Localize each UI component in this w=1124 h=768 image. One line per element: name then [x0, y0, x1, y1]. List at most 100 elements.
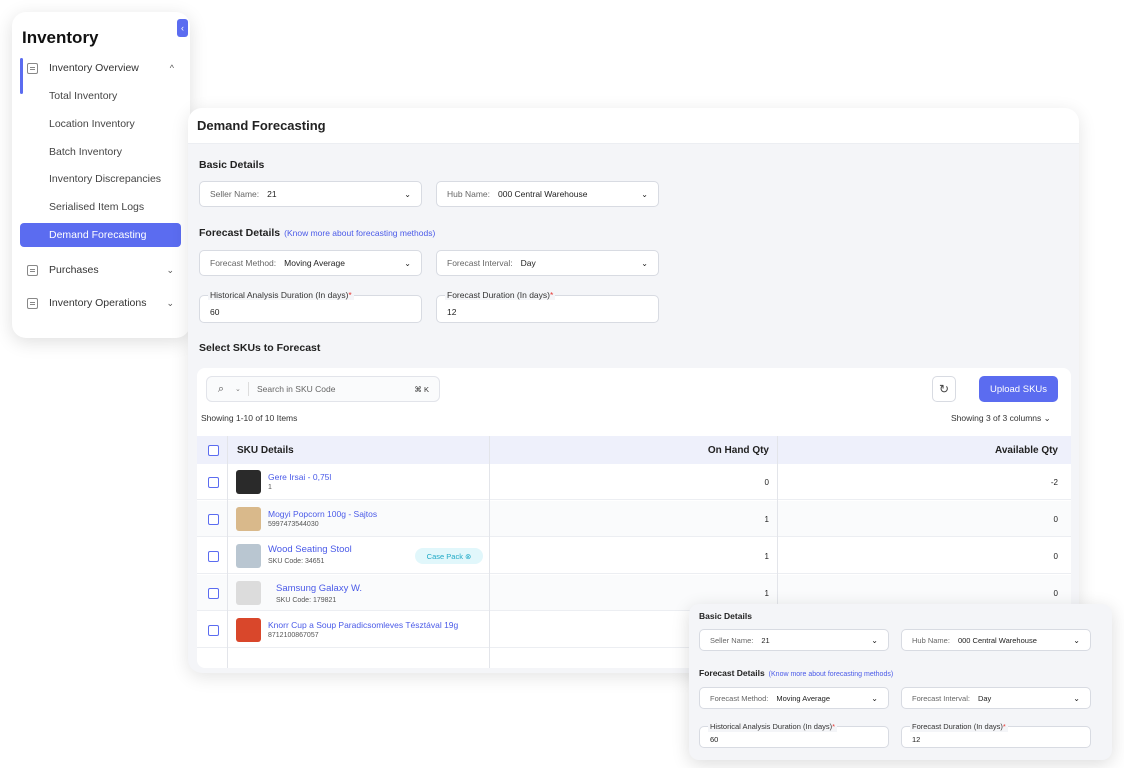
search-placeholder: Search in SKU Code — [257, 384, 336, 394]
product-image — [236, 470, 261, 494]
sidebar-group-purchases[interactable]: Purchases ⌄ — [27, 264, 182, 276]
sku-name-link[interactable]: Wood Seating Stool — [268, 544, 352, 555]
column-header-sku-details[interactable]: SKU Details — [237, 445, 294, 456]
forecast-method-value: Moving Average — [776, 693, 831, 703]
row-checkbox[interactable] — [208, 551, 219, 562]
panel-header: Demand Forecasting — [188, 108, 1079, 144]
hub-name-value: 000 Central Warehouse — [498, 189, 588, 199]
forecast-method-value: Moving Average — [284, 258, 345, 268]
on-hand-qty: 1 — [764, 515, 769, 524]
forecast-interval-select[interactable]: Forecast Interval: Day ⌄ — [901, 687, 1091, 709]
hub-name-label: Hub Name: — [447, 189, 490, 199]
chevron-down-icon: ⌄ — [641, 258, 648, 268]
column-header-on-hand-qty[interactable]: On Hand Qty — [708, 445, 769, 456]
forecast-interval-value: Day — [520, 258, 536, 268]
chevron-down-icon: ⌄ — [404, 258, 411, 268]
chevron-down-icon: ⌄ — [1043, 413, 1051, 423]
historical-duration-value: 60 — [710, 735, 719, 744]
sidebar-item-inventory-discrepancies[interactable]: Inventory Discrepancies — [49, 173, 161, 185]
seller-name-select[interactable]: Seller Name: 21 ⌄ — [199, 181, 422, 207]
historical-duration-field[interactable]: Historical Analysis Duration (In days)* … — [199, 290, 422, 323]
table-row[interactable]: Gere Irsai - 0,75l 1 0 -2 — [197, 464, 1071, 500]
forecast-method-label: Forecast Method: — [710, 693, 769, 703]
sidebar-item-total-inventory[interactable]: Total Inventory — [49, 90, 117, 102]
hub-name-value: 000 Central Warehouse — [957, 635, 1037, 645]
table-row[interactable]: Mogyi Popcorn 100g - Sajtos 599747354403… — [197, 501, 1071, 537]
table-row[interactable]: Wood Seating Stool SKU Code: 34651 Case … — [197, 538, 1071, 574]
hub-name-select[interactable]: Hub Name: 000 Central Warehouse ⌄ — [901, 629, 1091, 651]
form-zoom-overlay: Basic Details Seller Name: 21 ⌄ Hub Name… — [689, 604, 1112, 760]
seller-name-select[interactable]: Seller Name: 21 ⌄ — [699, 629, 889, 651]
seller-name-label: Seller Name: — [710, 635, 754, 645]
case-pack-badge: Case Pack ⊗ — [415, 548, 483, 564]
forecast-duration-label: Forecast Duration (In days)* — [445, 290, 556, 300]
sidebar-item-serialised-item-logs[interactable]: Serialised Item Logs — [49, 201, 144, 213]
sku-code: 8712100867057 — [268, 632, 319, 639]
hub-name-label: Hub Name: — [912, 635, 950, 645]
inventory-operations-icon — [27, 297, 38, 309]
sku-name-link[interactable]: Knorr Cup a Soup Paradicsomleves Tésztáv… — [268, 620, 458, 630]
sidebar-group-label: Inventory Operations — [49, 297, 147, 309]
available-qty: -2 — [1050, 478, 1058, 487]
column-divider — [227, 436, 228, 668]
chevron-up-icon: ^ — [169, 63, 174, 73]
available-qty: 0 — [1053, 589, 1058, 598]
upload-skus-button[interactable]: Upload SKUs — [979, 376, 1058, 402]
row-checkbox[interactable] — [208, 477, 219, 488]
row-checkbox[interactable] — [208, 588, 219, 599]
row-checkbox[interactable] — [208, 625, 219, 636]
sidebar-group-inventory-overview[interactable]: Inventory Overview ^ — [27, 62, 182, 74]
forecast-interval-select[interactable]: Forecast Interval: Day ⌄ — [436, 250, 659, 276]
sku-search-input[interactable]: ⌕ ⌄ Search in SKU Code ⌘ K — [206, 376, 440, 402]
column-divider — [489, 436, 490, 668]
chevron-down-icon[interactable]: ⌄ — [235, 382, 249, 396]
chevron-down-icon: ⌄ — [871, 693, 878, 703]
sku-name-link[interactable]: Samsung Galaxy W. — [276, 583, 362, 594]
inventory-overview-icon — [27, 62, 38, 74]
on-hand-qty: 1 — [764, 552, 769, 561]
sku-name-link[interactable]: Gere Irsai - 0,75l — [268, 472, 331, 482]
forecasting-methods-link[interactable]: (Know more about forecasting methods) — [769, 671, 894, 678]
sidebar-group-inventory-operations[interactable]: Inventory Operations ⌄ — [27, 297, 182, 309]
forecast-method-select[interactable]: Forecast Method: Moving Average ⌄ — [699, 687, 889, 709]
sidebar-group-label: Inventory Overview — [49, 62, 139, 74]
hub-name-select[interactable]: Hub Name: 000 Central Warehouse ⌄ — [436, 181, 659, 207]
sidebar-item-location-inventory[interactable]: Location Inventory — [49, 118, 135, 130]
select-skus-heading: Select SKUs to Forecast — [199, 342, 321, 354]
product-image — [236, 618, 261, 642]
sidebar-item-demand-forecasting[interactable]: Demand Forecasting — [20, 223, 181, 247]
select-all-checkbox[interactable] — [208, 445, 219, 456]
forecast-duration-field[interactable]: Forecast Duration (In days)* 12 — [901, 722, 1091, 748]
on-hand-qty: 1 — [764, 589, 769, 598]
row-checkbox[interactable] — [208, 514, 219, 525]
chevron-down-icon: ⌄ — [1073, 693, 1080, 703]
column-header-available-qty[interactable]: Available Qty — [995, 445, 1058, 456]
historical-duration-field[interactable]: Historical Analysis Duration (In days)* … — [699, 722, 889, 748]
seller-name-value: 21 — [761, 635, 770, 645]
chevron-down-icon: ⌄ — [641, 189, 648, 199]
available-qty: 0 — [1053, 515, 1058, 524]
page-title: Demand Forecasting — [197, 118, 326, 133]
forecast-method-select[interactable]: Forecast Method: Moving Average ⌄ — [199, 250, 422, 276]
column-visibility-dropdown[interactable]: Showing 3 of 3 columns ⌄ — [951, 413, 1051, 424]
product-image — [236, 544, 261, 568]
demand-forecasting-panel: Demand Forecasting Basic Details Seller … — [188, 108, 1079, 673]
refresh-button[interactable]: ↻ — [932, 376, 956, 402]
product-image — [236, 581, 261, 605]
keyboard-shortcut: ⌘ K — [414, 384, 429, 394]
forecast-details-label: Forecast Details — [199, 227, 281, 239]
historical-duration-value: 60 — [210, 307, 220, 317]
forecast-duration-label: Forecast Duration (In days)* — [910, 722, 1008, 732]
available-qty: 0 — [1053, 552, 1058, 561]
forecast-duration-field[interactable]: Forecast Duration (In days)* 12 — [436, 290, 659, 323]
forecast-duration-value: 12 — [912, 735, 921, 744]
collapse-sidebar-button[interactable]: ‹ — [177, 19, 188, 37]
sidebar-item-batch-inventory[interactable]: Batch Inventory — [49, 146, 122, 158]
forecast-interval-value: Day — [977, 693, 992, 703]
forecasting-methods-link[interactable]: (Know more about forecasting methods) — [284, 228, 435, 238]
sku-name-link[interactable]: Mogyi Popcorn 100g - Sajtos — [268, 509, 377, 519]
showing-items-text: Showing 1-10 of 10 Items — [201, 413, 298, 423]
chevron-down-icon: ⌄ — [1073, 635, 1080, 645]
seller-name-label: Seller Name: — [210, 189, 260, 199]
historical-duration-label: Historical Analysis Duration (In days)* — [708, 722, 838, 732]
